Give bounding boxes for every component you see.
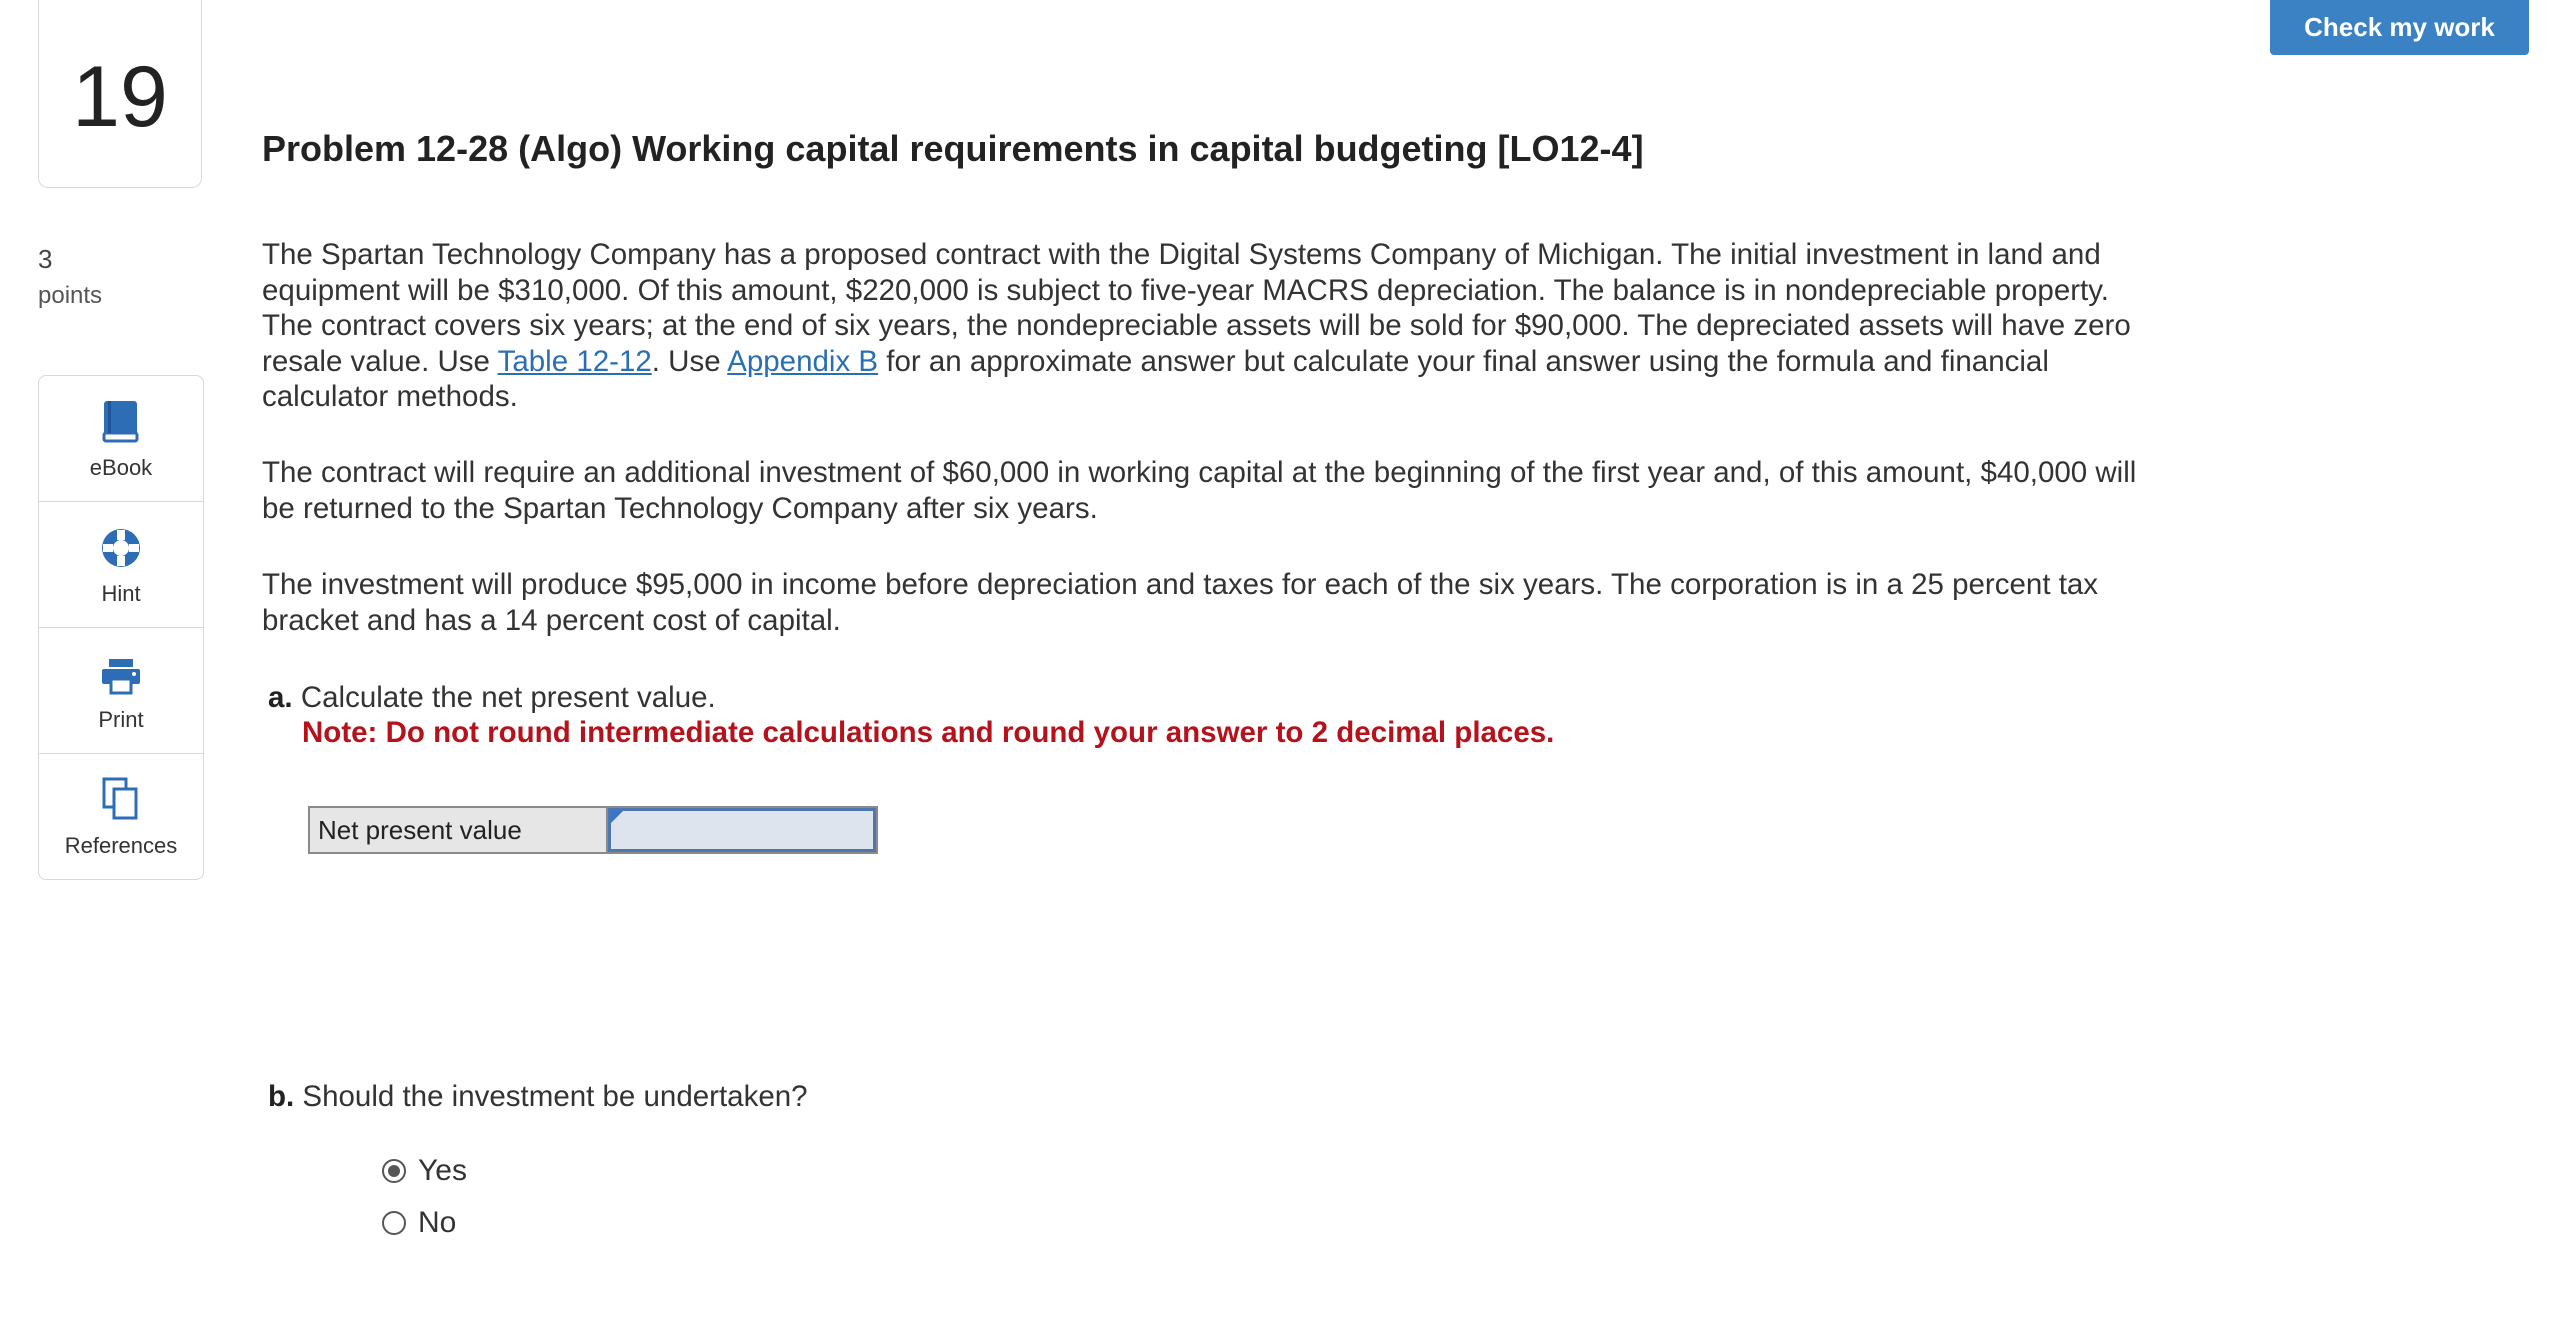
- cell-flag-icon: [610, 810, 624, 824]
- question-number: 19: [72, 49, 168, 145]
- yes-option[interactable]: Yes: [382, 1154, 467, 1188]
- ebook-label: eBook: [89, 454, 153, 480]
- part-b-text: Should the investment be undertaken?: [302, 1080, 808, 1113]
- npv-input[interactable]: [611, 811, 873, 849]
- problem-title: Problem 12-28 (Algo) Working capital req…: [262, 128, 1644, 169]
- question-number-card: 19: [38, 0, 202, 188]
- tools-sidebar: eBook Hint Print References: [38, 375, 204, 880]
- problem-paragraph-1: The Spartan Technology Company has a pro…: [262, 237, 2162, 415]
- part-b-prefix: b.: [268, 1080, 295, 1113]
- appendix-b-link[interactable]: Appendix B: [727, 345, 878, 378]
- part-a-question: a. Calculate the net present value.: [268, 680, 716, 716]
- no-option[interactable]: No: [382, 1206, 456, 1240]
- book-icon: [101, 397, 141, 443]
- hint-label: Hint: [101, 580, 141, 606]
- no-label: No: [418, 1206, 457, 1239]
- points-label: points: [38, 282, 103, 309]
- table-12-12-link[interactable]: Table 12-12: [498, 345, 652, 378]
- copy-documents-icon: [101, 775, 141, 821]
- part-b-question: b. Should the investment be undertaken?: [268, 1080, 808, 1114]
- yes-radio[interactable]: [382, 1159, 406, 1183]
- print-button[interactable]: Print: [39, 628, 203, 754]
- problem-paragraph-2: The contract will require an additional …: [262, 456, 2137, 525]
- references-button[interactable]: References: [39, 754, 203, 879]
- assignment-page: 19 3 points eBook Hint Print References …: [0, 0, 2561, 1342]
- hint-button[interactable]: Hint: [39, 502, 203, 628]
- no-radio[interactable]: [382, 1211, 406, 1235]
- yes-label: Yes: [418, 1154, 467, 1187]
- check-my-work-button[interactable]: Check my work: [2270, 0, 2529, 55]
- part-a-prefix: a.: [268, 681, 293, 714]
- points-value: 3: [38, 244, 53, 274]
- paragraph-1-text-b: . Use: [651, 344, 728, 378]
- printer-icon: [100, 649, 142, 695]
- problem-paragraph-3: The investment will produce $95,000 in i…: [262, 568, 2099, 637]
- part-a-note: Note: Do not round intermediate calculat…: [302, 716, 1555, 749]
- part-a-text: Calculate the net present value.: [300, 681, 716, 714]
- references-label: References: [64, 832, 178, 858]
- ebook-button[interactable]: eBook: [39, 376, 203, 502]
- npv-input-cell: [608, 808, 876, 852]
- npv-row-label: Net present value: [310, 808, 608, 852]
- print-label: Print: [98, 706, 144, 732]
- lifebuoy-icon: [100, 523, 142, 569]
- npv-answer-table: Net present value: [308, 806, 878, 854]
